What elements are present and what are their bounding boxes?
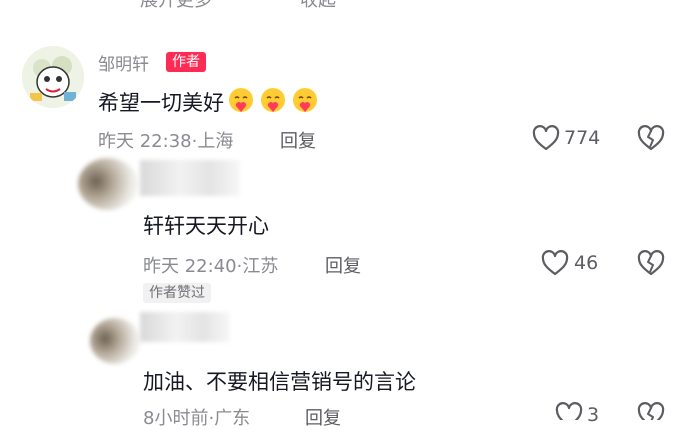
reply-text: 加油、不要相信营销号的言论 <box>143 370 416 394</box>
broken-heart-icon <box>637 402 665 420</box>
heart-outline-icon <box>532 125 560 151</box>
like-count: 3 <box>587 404 600 426</box>
reply-avatar[interactable] <box>78 158 138 210</box>
avatar-image <box>22 46 84 108</box>
like-count: 46 <box>574 252 599 274</box>
dislike-button[interactable] <box>637 250 665 276</box>
kissing-heart-emoji-icon <box>226 86 256 116</box>
reply-location: 广东 <box>214 408 251 429</box>
broken-heart-icon <box>637 125 665 151</box>
expand-more-label: 展开更多 <box>140 0 212 11</box>
reply-username-redacted <box>140 312 230 342</box>
dislike-button[interactable] <box>637 125 665 151</box>
reply-button[interactable]: 回复 <box>325 252 361 278</box>
heart-outline-icon <box>541 250 569 276</box>
expand-more-link[interactable]: 展开更多 <box>140 0 212 12</box>
like-button[interactable] <box>532 125 560 151</box>
kissing-heart-emoji-icon <box>258 86 288 116</box>
comment-username[interactable]: 邹明轩 <box>98 50 149 75</box>
collapse-label: 收起 <box>300 0 336 11</box>
avatar[interactable] <box>22 46 84 108</box>
reply-text: 轩轩天天开心 <box>143 214 269 238</box>
heart-outline-icon <box>555 402 583 420</box>
like-button[interactable] <box>555 402 583 420</box>
reply-avatar[interactable] <box>90 318 140 364</box>
comment-text: 希望一切美好 <box>98 91 224 115</box>
reply-meta: 昨天 22:40·江苏 <box>143 252 278 278</box>
broken-heart-icon <box>637 250 665 276</box>
comment-body: 希望一切美好 <box>98 86 320 117</box>
reply-time: 8小时前 <box>143 408 209 429</box>
dislike-button[interactable] <box>637 402 665 420</box>
kissing-heart-emoji-icon <box>290 86 320 116</box>
comment-location: 上海 <box>197 131 234 152</box>
reply-time: 昨天 22:40 <box>143 256 237 277</box>
like-button[interactable] <box>541 250 569 276</box>
reply-button[interactable]: 回复 <box>305 404 341 430</box>
reply-location: 江苏 <box>242 256 279 277</box>
liked-by-author-badge: 作者赞过 <box>143 283 211 303</box>
reply-username-redacted <box>140 160 240 196</box>
author-badge: 作者 <box>166 52 206 72</box>
collapse-link[interactable]: 收起 <box>300 0 336 12</box>
like-count: 774 <box>564 127 601 149</box>
reply-meta: 8小时前·广东 <box>143 404 250 430</box>
reply-button[interactable]: 回复 <box>280 127 316 153</box>
comment-meta: 昨天 22:38·上海 <box>98 127 233 153</box>
comment-time: 昨天 22:38 <box>98 131 192 152</box>
